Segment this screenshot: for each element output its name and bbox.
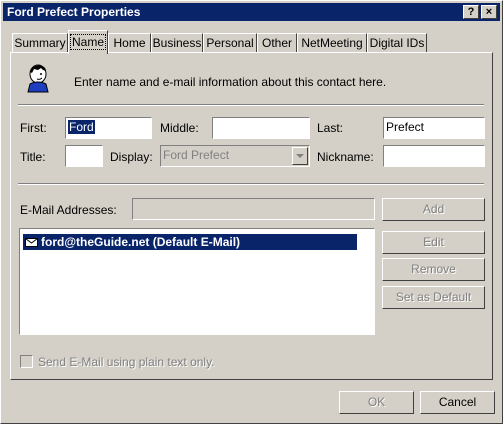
list-item[interactable]: ford@theGuide.net (Default E-Mail) — [23, 234, 357, 250]
title-field[interactable] — [65, 145, 103, 167]
title-label: Title: — [20, 150, 46, 164]
email-input[interactable] — [132, 198, 375, 220]
remove-button[interactable]: Remove — [382, 258, 485, 281]
tab-netmeeting[interactable]: NetMeeting — [297, 33, 367, 52]
properties-dialog: Ford Prefect Properties ? × Summary Name… — [0, 0, 503, 424]
first-name-field[interactable]: Ford — [65, 117, 152, 139]
add-button[interactable]: Add — [382, 198, 485, 221]
contact-person-icon — [23, 61, 53, 93]
tab-name-label: Name — [69, 34, 106, 50]
nickname-label: Nickname: — [317, 150, 374, 164]
display-label: Display: — [110, 150, 153, 164]
chevron-down-icon[interactable] — [292, 147, 308, 165]
tab-digital-ids[interactable]: Digital IDs — [367, 33, 427, 52]
email-list[interactable]: ford@theGuide.net (Default E-Mail) — [19, 228, 375, 335]
window-title: Ford Prefect Properties — [7, 5, 141, 19]
tab-other[interactable]: Other — [257, 33, 297, 52]
header-separator — [18, 104, 484, 106]
first-label: First: — [20, 121, 47, 135]
middle-label: Middle: — [160, 121, 199, 135]
close-button[interactable]: × — [481, 5, 497, 19]
email-addresses-label: E-Mail Addresses: — [20, 203, 117, 217]
nickname-field[interactable] — [383, 145, 485, 167]
email-address-text: ford@theGuide.net (Default E-Mail) — [41, 235, 241, 249]
last-name-field[interactable]: Prefect — [383, 117, 485, 139]
set-default-button[interactable]: Set as Default — [382, 286, 485, 309]
display-value: Ford Prefect — [163, 148, 230, 162]
name-separator — [18, 183, 484, 185]
plain-text-checkbox[interactable] — [20, 355, 33, 368]
envelope-icon — [25, 236, 38, 247]
tab-summary[interactable]: Summary — [12, 33, 68, 52]
last-label: Last: — [317, 121, 344, 135]
title-bar[interactable]: Ford Prefect Properties ? × — [3, 3, 500, 21]
edit-button[interactable]: Edit — [382, 231, 485, 254]
header-description: Enter name and e-mail information about … — [74, 75, 387, 89]
display-combobox[interactable]: Ford Prefect — [160, 145, 310, 167]
tab-personal[interactable]: Personal — [203, 33, 257, 52]
ok-button[interactable]: OK — [339, 391, 414, 414]
cancel-button[interactable]: Cancel — [420, 391, 495, 414]
tab-home[interactable]: Home — [108, 33, 151, 52]
tab-business[interactable]: Business — [151, 33, 203, 52]
middle-name-field[interactable] — [212, 117, 310, 139]
help-button[interactable]: ? — [463, 5, 479, 19]
first-name-value: Ford — [68, 120, 95, 134]
plain-text-label: Send E-Mail using plain text only. — [38, 355, 215, 369]
tab-name[interactable]: Name — [68, 30, 108, 54]
